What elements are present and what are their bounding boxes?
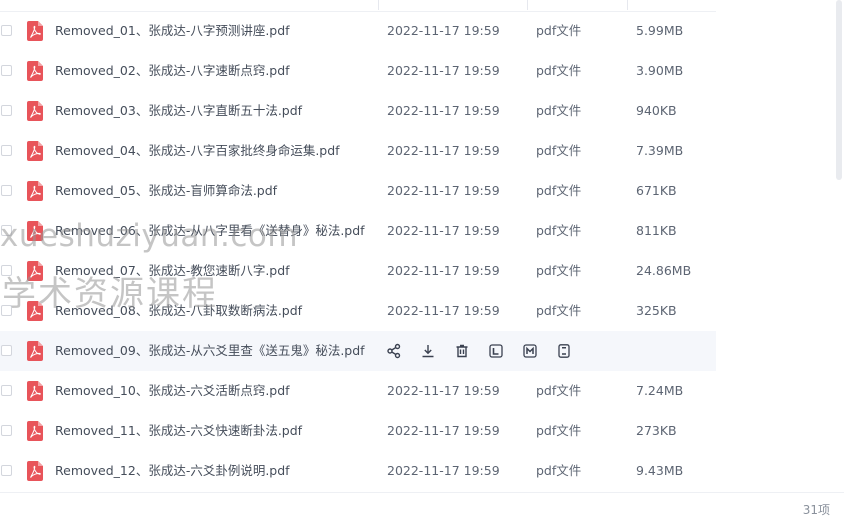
file-size: 7.39MB <box>636 143 684 158</box>
column-divider[interactable] <box>527 0 528 10</box>
pdf-file-icon <box>27 301 43 321</box>
file-type: pdf文件 <box>536 263 582 278</box>
file-size: 273KB <box>636 423 677 438</box>
download-icon[interactable] <box>420 343 436 359</box>
file-size: 3.90MB <box>636 63 684 78</box>
file-row[interactable]: Removed_12、张成达-六爻卦例说明.pdf 2022-11-17 19:5… <box>0 451 716 491</box>
file-date: 2022-11-17 19:59 <box>387 23 500 38</box>
file-row[interactable]: Removed_06、张成达-从八字里看《送替身》秘法.pdf 2022-11-1… <box>0 211 716 251</box>
row-checkbox[interactable] <box>1 305 12 316</box>
file-size: 7.24MB <box>636 383 684 398</box>
pdf-file-icon <box>27 141 43 161</box>
more-file-icon[interactable] <box>556 343 572 359</box>
file-type: pdf文件 <box>536 143 582 158</box>
file-type: pdf文件 <box>536 223 582 238</box>
pdf-file-icon <box>27 461 43 481</box>
file-date: 2022-11-17 19:59 <box>387 223 500 238</box>
row-checkbox[interactable] <box>1 265 12 276</box>
file-row[interactable]: Removed_04、张成达-八字百家批终身命运集.pdf 2022-11-17 … <box>0 131 716 171</box>
file-row[interactable]: Removed_10、张成达-六爻活断点窍.pdf 2022-11-17 19:5… <box>0 371 716 411</box>
file-name[interactable]: Removed_01、张成达-八字预测讲座.pdf <box>55 22 290 40</box>
file-name[interactable]: Removed_03、张成达-八字直断五十法.pdf <box>55 102 302 120</box>
row-checkbox[interactable] <box>1 145 12 156</box>
file-date: 2022-11-17 19:59 <box>387 183 500 198</box>
markdown-icon[interactable] <box>522 343 538 359</box>
file-type: pdf文件 <box>536 383 582 398</box>
row-checkbox[interactable] <box>1 385 12 396</box>
pdf-file-icon <box>27 181 43 201</box>
file-name[interactable]: Removed_08、张成达-八卦取数断病法.pdf <box>55 302 302 320</box>
file-row[interactable]: Removed_02、张成达-八字速断点窍.pdf 2022-11-17 19:5… <box>0 51 716 91</box>
pdf-file-icon <box>27 21 43 41</box>
file-date: 2022-11-17 19:59 <box>387 383 500 398</box>
file-name[interactable]: Removed_06、张成达-从八字里看《送替身》秘法.pdf <box>55 222 365 240</box>
file-date: 2022-11-17 19:59 <box>387 263 500 278</box>
file-row[interactable]: Removed_05、张成达-盲师算命法.pdf 2022-11-17 19:59… <box>0 171 716 211</box>
file-row[interactable]: Removed_09、张成达-从六爻里查《送五鬼》秘法.pdf <box>0 331 716 371</box>
file-row[interactable]: Removed_07、张成达-教您速断八字.pdf 2022-11-17 19:5… <box>0 251 716 291</box>
row-checkbox[interactable] <box>1 185 12 196</box>
file-row[interactable]: Removed_08、张成达-八卦取数断病法.pdf 2022-11-17 19:… <box>0 291 716 331</box>
file-date: 2022-11-17 19:59 <box>387 423 500 438</box>
file-date: 2022-11-17 19:59 <box>387 143 500 158</box>
scrollbar[interactable] <box>836 0 842 180</box>
file-date: 2022-11-17 19:59 <box>387 63 500 78</box>
column-divider[interactable] <box>378 0 379 10</box>
item-count: 31项 <box>802 503 830 517</box>
file-date: 2022-11-17 19:59 <box>387 303 500 318</box>
file-size: 671KB <box>636 183 677 198</box>
column-divider[interactable] <box>627 0 628 10</box>
row-checkbox[interactable] <box>1 65 12 76</box>
file-name[interactable]: Removed_12、张成达-六爻卦例说明.pdf <box>55 462 290 480</box>
file-type: pdf文件 <box>536 63 582 78</box>
delete-icon[interactable] <box>454 343 470 359</box>
file-type: pdf文件 <box>536 103 582 118</box>
pdf-file-icon <box>27 421 43 441</box>
file-size: 811KB <box>636 223 677 238</box>
row-checkbox[interactable] <box>1 25 12 36</box>
pdf-file-icon <box>27 101 43 121</box>
file-list: Removed_01、张成达-八字预测讲座.pdf 2022-11-17 19:5… <box>0 0 716 492</box>
file-name[interactable]: Removed_05、张成达-盲师算命法.pdf <box>55 182 277 200</box>
file-size: 5.99MB <box>636 23 684 38</box>
pdf-file-icon <box>27 381 43 401</box>
file-type: pdf文件 <box>536 23 582 38</box>
file-name[interactable]: Removed_09、张成达-从六爻里查《送五鬼》秘法.pdf <box>55 342 365 360</box>
file-size: 24.86MB <box>636 263 692 278</box>
footer-divider <box>0 492 844 493</box>
file-name[interactable]: Removed_11、张成达-六爻快速断卦法.pdf <box>55 422 302 440</box>
pdf-file-icon <box>27 341 43 361</box>
pdf-file-icon <box>27 221 43 241</box>
file-row[interactable]: Removed_03、张成达-八字直断五十法.pdf 2022-11-17 19:… <box>0 91 716 131</box>
file-type: pdf文件 <box>536 303 582 318</box>
file-date: 2022-11-17 19:59 <box>387 463 500 478</box>
share-icon[interactable] <box>386 343 402 359</box>
row-checkbox[interactable] <box>1 425 12 436</box>
file-type: pdf文件 <box>536 423 582 438</box>
file-type: pdf文件 <box>536 463 582 478</box>
pdf-file-icon <box>27 61 43 81</box>
row-checkbox[interactable] <box>1 465 12 476</box>
file-date: 2022-11-17 19:59 <box>387 103 500 118</box>
text-extract-icon[interactable] <box>488 343 504 359</box>
file-manager: Removed_01、张成达-八字预测讲座.pdf 2022-11-17 19:5… <box>0 0 844 519</box>
file-row[interactable]: Removed_01、张成达-八字预测讲座.pdf 2022-11-17 19:5… <box>0 11 716 51</box>
file-size: 325KB <box>636 303 677 318</box>
row-checkbox[interactable] <box>1 105 12 116</box>
file-row[interactable]: Removed_11、张成达-六爻快速断卦法.pdf 2022-11-17 19:… <box>0 411 716 451</box>
file-name[interactable]: Removed_10、张成达-六爻活断点窍.pdf <box>55 382 290 400</box>
file-type: pdf文件 <box>536 183 582 198</box>
file-size: 9.43MB <box>636 463 684 478</box>
file-name[interactable]: Removed_02、张成达-八字速断点窍.pdf <box>55 62 290 80</box>
file-name[interactable]: Removed_07、张成达-教您速断八字.pdf <box>55 262 290 280</box>
file-name[interactable]: Removed_04、张成达-八字百家批终身命运集.pdf <box>55 142 340 160</box>
row-checkbox[interactable] <box>1 345 12 356</box>
pdf-file-icon <box>27 261 43 281</box>
file-size: 940KB <box>636 103 677 118</box>
row-checkbox[interactable] <box>1 225 12 236</box>
